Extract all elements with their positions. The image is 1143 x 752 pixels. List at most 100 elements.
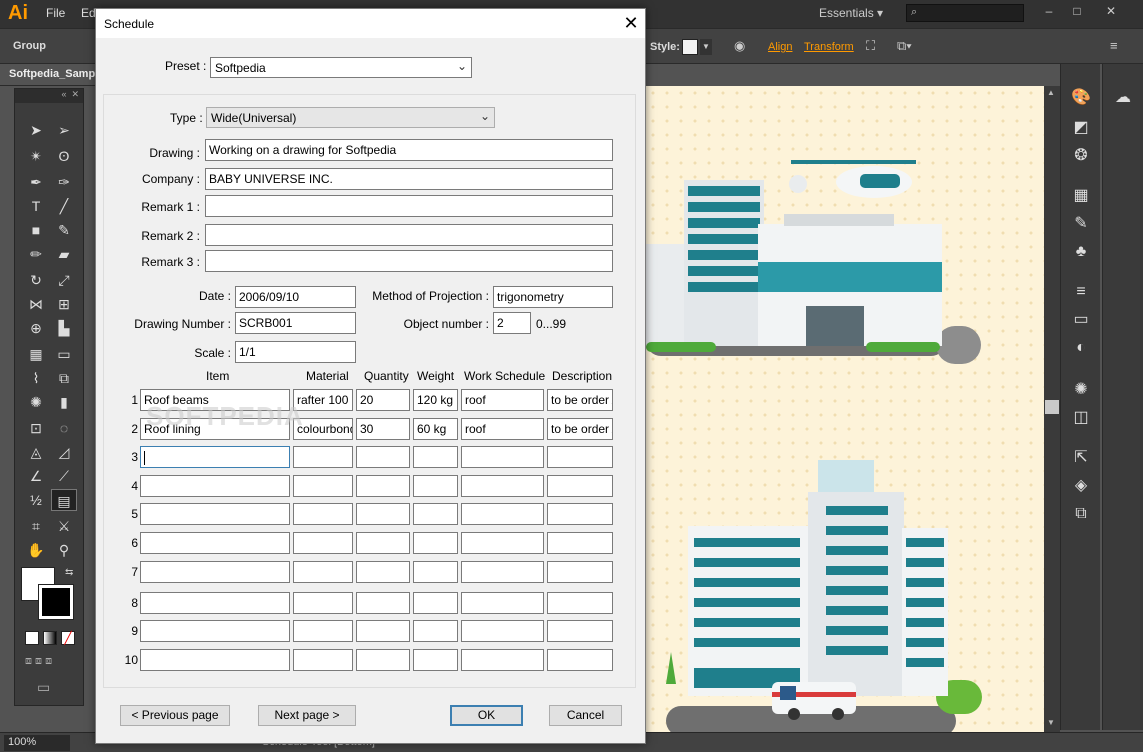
color-panel-icon[interactable]: 🎨 [1071,88,1091,108]
material-cell[interactable] [293,620,353,642]
align-link[interactable]: Align [768,41,792,53]
weight-cell[interactable] [413,561,458,583]
weight-cell[interactable] [413,475,458,497]
work-schedule-cell[interactable] [461,532,544,554]
material-cell[interactable] [293,503,353,525]
work-schedule-cell[interactable] [461,620,544,642]
item-cell[interactable] [140,561,290,583]
quantity-cell[interactable] [356,561,410,583]
weight-cell[interactable] [413,649,458,671]
brushes-icon[interactable]: ✎ [1071,214,1091,234]
arrange-icon[interactable]: ⧉▾ [897,38,912,54]
description-cell[interactable] [547,475,613,497]
appearance-icon[interactable]: ✺ [1071,380,1091,400]
screen-mode-icon[interactable]: ▭ [37,679,50,696]
gradient-mode-icon[interactable] [43,631,57,645]
scrollbar-thumb[interactable] [1045,400,1059,414]
item-cell[interactable] [140,592,290,614]
cancel-button[interactable]: Cancel [549,705,622,726]
item-cell[interactable] [140,620,290,642]
material-cell[interactable] [293,475,353,497]
item-cell[interactable] [140,532,290,554]
date-field[interactable]: 2006/09/10 [235,286,356,308]
drawing-field[interactable]: Working on a drawing for Softpedia [205,139,613,161]
weight-cell[interactable] [413,620,458,642]
scale-field[interactable]: 1/1 [235,341,356,363]
work-schedule-cell[interactable] [461,561,544,583]
lasso-tool-icon[interactable]: ʘ [51,145,77,167]
description-cell[interactable] [547,532,613,554]
pen-tool-icon[interactable]: ✒ [23,171,49,193]
ok-button[interactable]: OK [450,705,523,726]
quantity-cell[interactable] [356,620,410,642]
free-transform-tool-icon[interactable]: ⊞ [51,293,77,315]
direct-selection-tool-icon[interactable]: ➢ [51,119,77,141]
work-schedule-cell[interactable]: roof [461,418,544,440]
workspace-switcher[interactable]: Essentials ▾ [819,6,883,20]
description-cell[interactable] [547,592,613,614]
slice-tool-icon[interactable]: ◌ [51,417,77,439]
artboards-icon[interactable]: ⧉ [1071,504,1091,524]
perspective-tool-icon[interactable]: ◬ [23,441,49,463]
quantity-cell[interactable]: 20 [356,389,410,411]
rectangle-tool-icon[interactable]: ■ [23,219,49,241]
scroll-down-icon[interactable]: ▼ [1047,718,1055,727]
transparency-icon[interactable]: ◐ [1071,338,1091,358]
material-cell[interactable] [293,649,353,671]
rotate-tool-icon[interactable]: ↻ [23,269,49,291]
graphic-styles-icon[interactable]: ◫ [1071,408,1091,428]
menu-file[interactable]: File [46,6,65,20]
width-tool-icon[interactable]: ⋈ [23,293,49,315]
material-cell[interactable] [293,561,353,583]
draw-mode-icon[interactable]: ⧈ ⧈ ⧈ [25,655,75,669]
zoom-tool-icon[interactable]: ⚲ [51,539,77,561]
graph-tool-icon[interactable]: ▙ [51,317,77,339]
swap-colors-icon[interactable]: ⇆ [65,567,73,578]
mesh-tool-icon[interactable]: ▦ [23,343,49,365]
quantity-cell[interactable] [356,532,410,554]
quantity-cell[interactable] [356,475,410,497]
remark2-field[interactable] [205,224,613,246]
type-tool-icon[interactable]: T [23,195,49,217]
numbering-tool-icon[interactable]: ½ [23,489,49,511]
preset-select[interactable]: Softpedia ⌄ [210,57,472,78]
weight-cell[interactable]: 120 kg [413,389,458,411]
column-graph-tool-icon[interactable]: ▮ [51,391,77,413]
stroke-icon[interactable]: ≡ [1071,282,1091,302]
material-cell[interactable] [293,592,353,614]
remark1-field[interactable] [205,195,613,217]
description-cell[interactable]: to be order A [547,418,613,440]
close-app-button[interactable]: ✕ [1100,4,1122,22]
work-schedule-cell[interactable] [461,446,544,468]
work-schedule-cell[interactable] [461,503,544,525]
description-cell[interactable]: to be order A [547,389,613,411]
graphic-style-swatch[interactable] [682,39,698,55]
eyedropper-tool-icon[interactable]: ⌇ [23,367,49,389]
drawing-number-field[interactable]: SCRB001 [235,312,356,334]
gradient-icon[interactable]: ▭ [1071,310,1091,330]
help-search-input[interactable]: ⌕ [906,4,1024,22]
weight-cell[interactable] [413,532,458,554]
color-mode-icon[interactable] [25,631,39,645]
hand-tool-icon[interactable]: ✋ [23,539,49,561]
export-icon[interactable]: ⇱ [1071,448,1091,468]
swatches-icon[interactable]: ▦ [1071,186,1091,206]
gradient-tool-icon[interactable]: ▭ [51,343,77,365]
scroll-up-icon[interactable]: ▲ [1047,88,1055,97]
paintbrush-tool-icon[interactable]: ✎ [51,219,77,241]
description-cell[interactable] [547,620,613,642]
weight-cell[interactable] [413,503,458,525]
isolate-icon[interactable]: ⛶ [866,38,875,54]
remark3-field[interactable] [205,250,613,272]
material-cell[interactable] [293,532,353,554]
recolor-icon[interactable]: ◉ [734,38,745,54]
document-tab[interactable]: Softpedia_Samp [0,64,95,86]
libraries-icon[interactable]: ☁ [1113,88,1133,108]
type-select[interactable]: Wide(Universal) ⌄ [206,107,495,128]
artboard-canvas[interactable] [646,86,1044,732]
weight-cell[interactable] [413,592,458,614]
color-guide-icon[interactable]: ◩ [1071,118,1091,138]
canvas-vertical-scrollbar[interactable]: ▲ ▼ [1044,86,1060,732]
chevron-down-icon[interactable]: ▼ [700,39,712,55]
panel-collapse-icon[interactable]: « ✕ [15,89,83,103]
